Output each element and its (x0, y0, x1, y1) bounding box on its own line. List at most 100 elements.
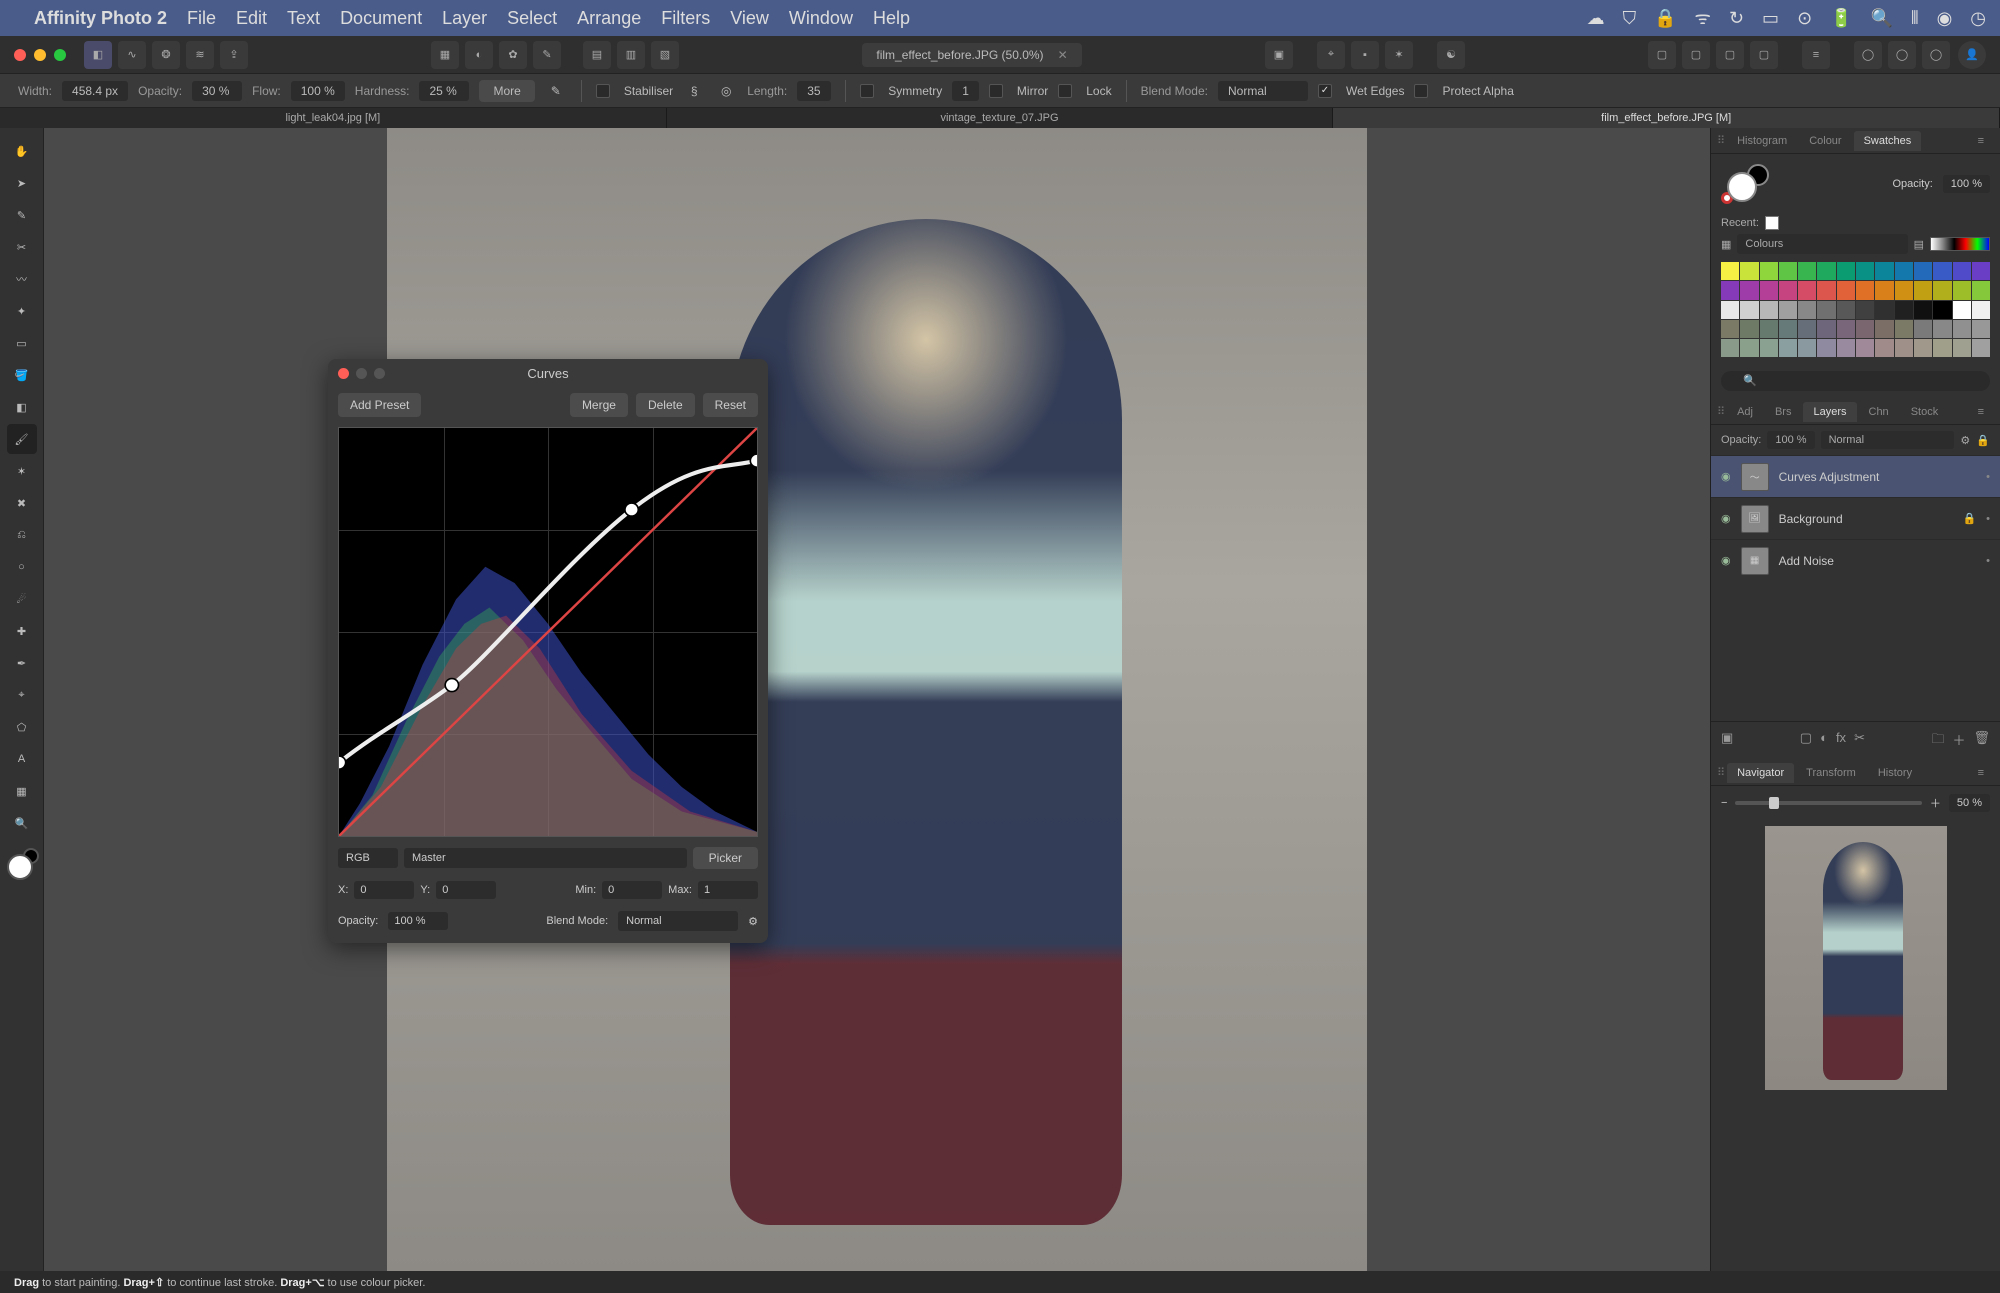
zoom-value-input[interactable]: 50 % (1949, 794, 1990, 812)
menu-text[interactable]: Text (287, 8, 320, 29)
swatch-colour[interactable] (1914, 281, 1932, 299)
swatch-colour[interactable] (1933, 281, 1951, 299)
liquify-persona-icon[interactable]: ∿ (118, 41, 146, 69)
tab-adj[interactable]: Adj (1727, 402, 1763, 422)
swatch-colour[interactable] (1779, 301, 1797, 319)
flow-input[interactable]: 100 % (291, 81, 345, 101)
tab-swatches[interactable]: Swatches (1854, 131, 1922, 151)
view-tool-icon[interactable]: ✋ (7, 136, 37, 166)
layer-visibility-icon[interactable]: ◉ (1721, 554, 1731, 567)
tab-navigator[interactable]: Navigator (1727, 763, 1794, 783)
gradient-tool-icon[interactable]: ◧ (7, 392, 37, 422)
swatch-colour[interactable] (1798, 320, 1816, 338)
pen-tool-icon[interactable]: ✒ (7, 648, 37, 678)
zoom-window[interactable] (54, 49, 66, 61)
display-icon[interactable]: ▭ (1762, 8, 1779, 29)
curves-panel[interactable]: Curves Add Preset Merge Delete Reset (328, 359, 768, 943)
brush-edit-icon[interactable]: ✎ (545, 80, 567, 102)
selection-invert-icon[interactable]: ▥ (617, 41, 645, 69)
forcepixel-icon[interactable]: ▪ (1351, 41, 1379, 69)
autolevels-icon[interactable]: ▦ (431, 41, 459, 69)
swatch-colour[interactable] (1914, 339, 1932, 357)
swatch-colour[interactable] (1972, 301, 1990, 319)
swatch-colour[interactable] (1817, 262, 1835, 280)
dodge-tool-icon[interactable]: ○ (7, 552, 37, 582)
swatch-colour[interactable] (1837, 281, 1855, 299)
doctab-1[interactable]: vintage_texture_07.JPG (667, 108, 1334, 128)
tab-stock[interactable]: Stock (1901, 402, 1949, 422)
swatch-colour[interactable] (1895, 262, 1913, 280)
swatch-colour[interactable] (1895, 301, 1913, 319)
opacity-input[interactable]: 30 % (192, 81, 242, 101)
swatch-colour[interactable] (1740, 262, 1758, 280)
mask-icon[interactable]: ▢ (1800, 730, 1812, 752)
panel-menu-icon[interactable]: ≡ (1968, 402, 1994, 422)
curves-add-preset-button[interactable]: Add Preset (338, 393, 421, 417)
swatch-colour[interactable] (1798, 281, 1816, 299)
clone-brush-tool-icon[interactable]: ⎌ (7, 520, 37, 550)
palette-quick-gradient[interactable] (1930, 237, 1990, 251)
doctab-2[interactable]: film_effect_before.JPG [M] (1333, 108, 2000, 128)
quickmask-icon[interactable]: ▣ (1265, 41, 1293, 69)
smudge-tool-icon[interactable]: ☄ (7, 584, 37, 614)
layer-row[interactable]: ◉〜Curves Adjustment• (1711, 455, 2000, 497)
curves-x-input[interactable]: 0 (354, 881, 414, 899)
layer-row[interactable]: ◉▦Add Noise• (1711, 539, 2000, 581)
swatch-colour[interactable] (1798, 339, 1816, 357)
zoom-out-button[interactable]: − (1721, 797, 1727, 809)
inpainting-tool-icon[interactable]: ✚ (7, 616, 37, 646)
swatch-colour[interactable] (1972, 262, 1990, 280)
tab-brs[interactable]: Brs (1765, 402, 1802, 422)
mesh-warp-tool-icon[interactable]: ▦ (7, 776, 37, 806)
swatch-colour[interactable] (1875, 320, 1893, 338)
menu-layer[interactable]: Layer (442, 8, 487, 29)
curves-blendmode-select[interactable]: Normal (618, 911, 738, 931)
move-forward-icon[interactable]: ▢ (1716, 41, 1744, 69)
swatch-colour[interactable] (1721, 301, 1739, 319)
swatch-colour[interactable] (1740, 320, 1758, 338)
swatch-colour[interactable] (1798, 301, 1816, 319)
width-input[interactable]: 458.4 px (62, 81, 128, 101)
swatch-colour[interactable] (1895, 339, 1913, 357)
swatch-colour[interactable] (1875, 339, 1893, 357)
swatch-colour[interactable] (1875, 301, 1893, 319)
tab-history[interactable]: History (1868, 763, 1922, 783)
stabiliser-checkbox[interactable] (596, 84, 610, 98)
clock-icon[interactable]: ◷ (1970, 8, 1986, 29)
minimize-window[interactable] (34, 49, 46, 61)
swatch-colour[interactable] (1837, 301, 1855, 319)
swatch-colour[interactable] (1953, 301, 1971, 319)
lock-icon[interactable]: 🔒 (1654, 8, 1676, 29)
navigator-thumbnail[interactable] (1765, 826, 1947, 1090)
flood-select-tool-icon[interactable]: ✦ (7, 296, 37, 326)
panel-drag-icon[interactable]: ⠿ (1717, 766, 1725, 779)
layer-visibility-icon[interactable]: ◉ (1721, 470, 1731, 483)
curves-merge-button[interactable]: Merge (570, 393, 628, 417)
swatch-colour[interactable] (1856, 281, 1874, 299)
curves-zoom-icon[interactable] (374, 368, 385, 379)
zoom-slider[interactable] (1735, 801, 1921, 805)
pixel-tool-icon[interactable]: ✶ (7, 456, 37, 486)
swatch-colour[interactable] (1837, 262, 1855, 280)
swatch-colour[interactable] (1837, 339, 1855, 357)
swatch-colour[interactable] (1972, 320, 1990, 338)
hair-icon[interactable]: ✶ (1385, 41, 1413, 69)
paint-brush-tool-icon[interactable]: 🖌 (7, 424, 37, 454)
curves-gear-icon[interactable]: ⚙ (748, 915, 758, 928)
delete-layer-icon[interactable]: 🗑 (1973, 730, 1990, 752)
swatch-colour[interactable] (1721, 262, 1739, 280)
siri-icon[interactable]: ◉ (1937, 8, 1953, 29)
curves-titlebar[interactable]: Curves (328, 359, 768, 387)
time-machine-icon[interactable]: ↻ (1729, 8, 1744, 29)
tab-histogram[interactable]: Histogram (1727, 131, 1797, 151)
menu-filters[interactable]: Filters (661, 8, 710, 29)
swatch-colour[interactable] (1972, 281, 1990, 299)
crop-layer-icon[interactable]: ✂ (1854, 730, 1865, 752)
panel-drag-icon[interactable]: ⠿ (1717, 134, 1725, 147)
swatch-colour[interactable] (1740, 281, 1758, 299)
mirror-checkbox[interactable] (989, 84, 1003, 98)
boolean-sub-icon[interactable]: ◯ (1888, 41, 1916, 69)
swatch-colour[interactable] (1914, 301, 1932, 319)
colour-picker-tool-icon[interactable]: ✎ (7, 200, 37, 230)
menu-window[interactable]: Window (789, 8, 853, 29)
